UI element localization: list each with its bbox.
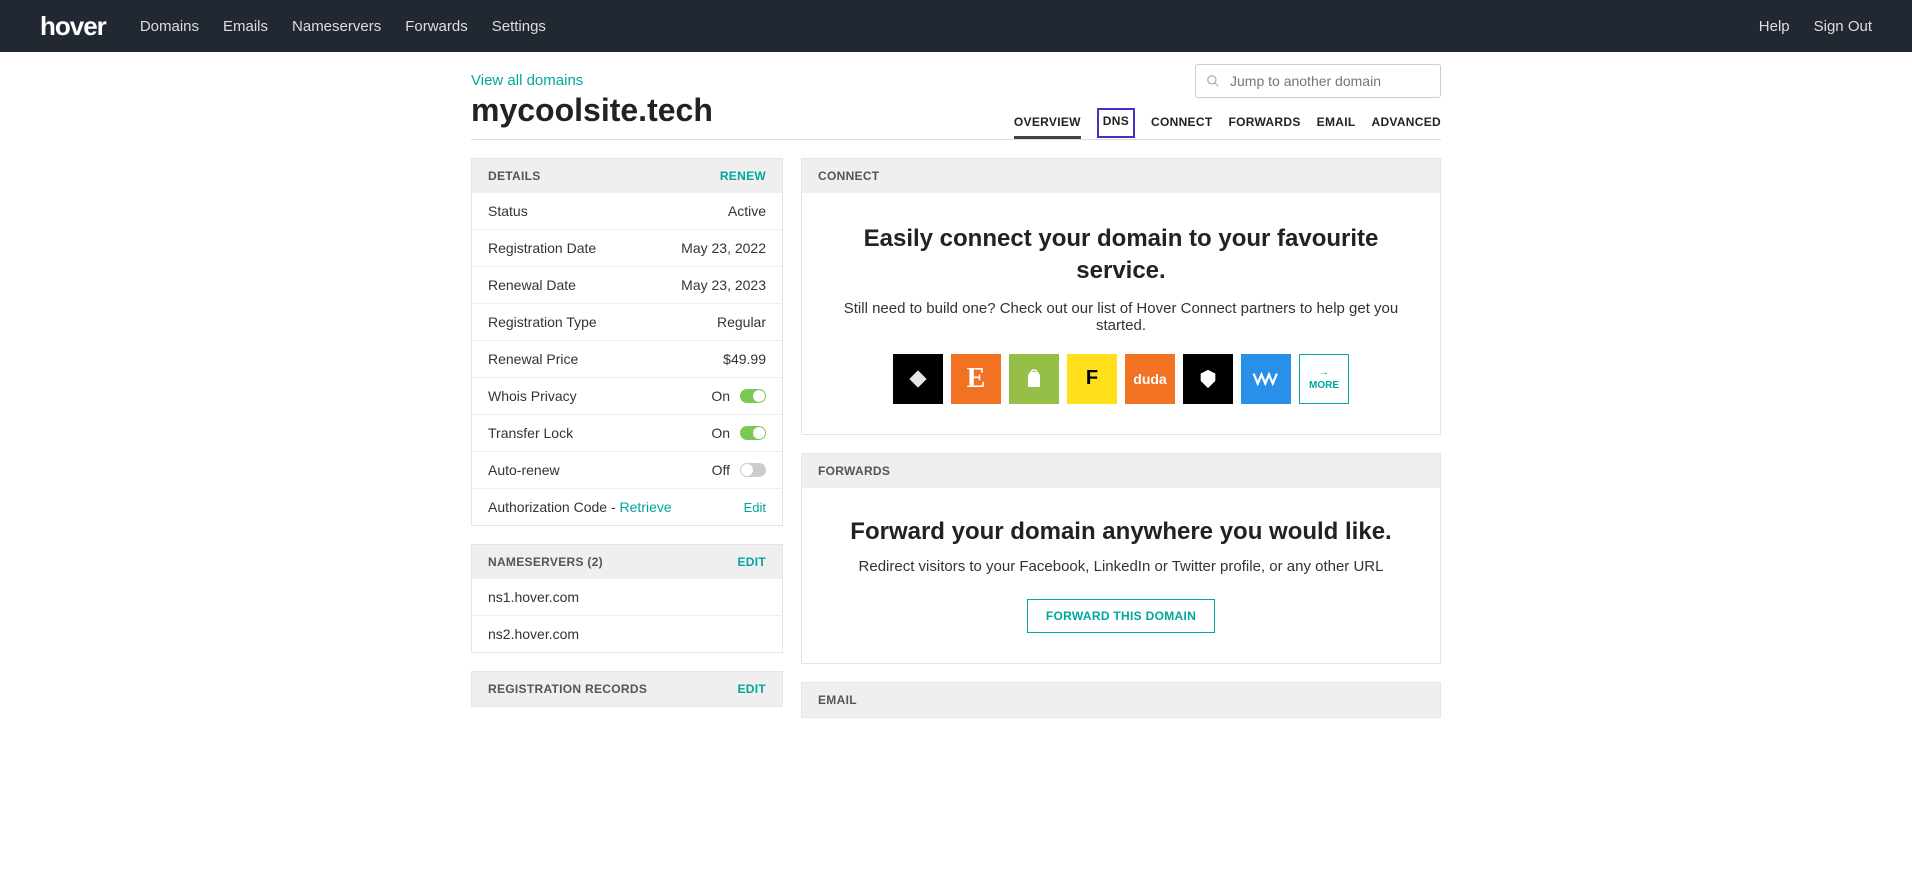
detail-whois-privacy: Whois Privacy On xyxy=(472,378,782,415)
nav-domains[interactable]: Domains xyxy=(140,18,199,35)
domain-tabs: OVERVIEW DNS CONNECT FORWARDS EMAIL ADVA… xyxy=(1014,108,1441,140)
tab-connect[interactable]: CONNECT xyxy=(1151,109,1212,139)
connect-panel: CONNECT Easily connect your domain to yo… xyxy=(801,158,1441,435)
label: Renewal Price xyxy=(488,351,578,367)
auth-edit-link[interactable]: Edit xyxy=(744,500,766,515)
connect-title: CONNECT xyxy=(818,169,879,183)
detail-registration-type: Registration Type Regular xyxy=(472,304,782,341)
squarespace-icon xyxy=(905,366,931,392)
search-icon xyxy=(1206,74,1220,88)
retrieve-link[interactable]: Retrieve xyxy=(620,499,672,515)
registration-records-title: REGISTRATION RECORDS xyxy=(488,682,647,696)
forwards-panel: FORWARDS Forward your domain anywhere yo… xyxy=(801,453,1441,664)
nav-help[interactable]: Help xyxy=(1759,18,1790,35)
details-title: DETAILS xyxy=(488,169,541,183)
service-more-button[interactable]: → MORE xyxy=(1299,354,1349,404)
service-duda[interactable]: duda xyxy=(1125,354,1175,404)
service-bigcartel[interactable] xyxy=(1183,354,1233,404)
label: Auto-renew xyxy=(488,462,560,478)
view-all-domains-link[interactable]: View all domains xyxy=(471,72,583,89)
details-panel: DETAILS RENEW Status Active Registration… xyxy=(471,158,783,526)
label: Transfer Lock xyxy=(488,425,573,441)
service-etsy[interactable]: E xyxy=(951,354,1001,404)
nameservers-title: NAMESERVERS (2) xyxy=(488,555,603,569)
forwards-subtext: Redirect visitors to your Facebook, Link… xyxy=(842,558,1400,575)
value: May 23, 2022 xyxy=(681,240,766,256)
service-row: E F duda → M xyxy=(842,354,1400,404)
connect-headline: Easily connect your domain to your favou… xyxy=(851,223,1391,288)
whois-privacy-toggle[interactable] xyxy=(740,389,766,403)
label: Whois Privacy xyxy=(488,388,577,404)
shopify-icon xyxy=(1022,367,1046,391)
tab-advanced[interactable]: ADVANCED xyxy=(1371,109,1441,139)
renew-button[interactable]: RENEW xyxy=(720,169,766,183)
registration-records-edit-button[interactable]: EDIT xyxy=(737,682,766,696)
arrow-right-icon: → xyxy=(1319,367,1329,378)
nav-signout[interactable]: Sign Out xyxy=(1814,18,1872,35)
nameservers-panel: NAMESERVERS (2) EDIT ns1.hover.com ns2.h… xyxy=(471,544,783,653)
detail-renewal-price: Renewal Price $49.99 xyxy=(472,341,782,378)
auto-renew-toggle[interactable] xyxy=(740,463,766,477)
registration-records-panel: REGISTRATION RECORDS EDIT xyxy=(471,671,783,707)
email-panel: EMAIL xyxy=(801,682,1441,718)
detail-auto-renew: Auto-renew Off xyxy=(472,452,782,489)
top-nav: hover Domains Emails Nameservers Forward… xyxy=(0,0,1912,52)
bigcartel-icon xyxy=(1197,368,1219,390)
domain-search-input[interactable] xyxy=(1230,73,1430,89)
detail-renewal-date: Renewal Date May 23, 2023 xyxy=(472,267,782,304)
toggle-state: On xyxy=(711,425,730,441)
detail-transfer-lock: Transfer Lock On xyxy=(472,415,782,452)
nav-nameservers[interactable]: Nameservers xyxy=(292,18,381,35)
forwards-title: FORWARDS xyxy=(818,464,890,478)
label: Status xyxy=(488,203,528,219)
email-title: EMAIL xyxy=(818,693,857,707)
forwards-headline: Forward your domain anywhere you would l… xyxy=(842,518,1400,546)
nameserver-item: ns2.hover.com xyxy=(472,616,782,652)
detail-auth-code: Authorization Code - Retrieve Edit xyxy=(472,489,782,525)
nameserver-item: ns1.hover.com xyxy=(472,579,782,616)
transfer-lock-toggle[interactable] xyxy=(740,426,766,440)
label: Registration Type xyxy=(488,314,597,330)
service-weebly[interactable] xyxy=(1241,354,1291,404)
service-squarespace[interactable] xyxy=(893,354,943,404)
value: Active xyxy=(728,203,766,219)
nav-settings[interactable]: Settings xyxy=(492,18,546,35)
label: Renewal Date xyxy=(488,277,576,293)
more-label: MORE xyxy=(1309,380,1339,391)
domain-search[interactable] xyxy=(1195,64,1441,98)
label: Registration Date xyxy=(488,240,596,256)
toggle-state: Off xyxy=(712,462,730,478)
service-shopify[interactable] xyxy=(1009,354,1059,404)
tab-email[interactable]: EMAIL xyxy=(1317,109,1356,139)
detail-status: Status Active xyxy=(472,193,782,230)
value: $49.99 xyxy=(723,351,766,367)
label: Authorization Code - xyxy=(488,499,620,515)
value: May 23, 2023 xyxy=(681,277,766,293)
tab-dns[interactable]: DNS xyxy=(1097,108,1135,138)
nav-forwards[interactable]: Forwards xyxy=(405,18,468,35)
tab-forwards[interactable]: FORWARDS xyxy=(1228,109,1300,139)
detail-registration-date: Registration Date May 23, 2022 xyxy=(472,230,782,267)
value: Regular xyxy=(717,314,766,330)
nav-emails[interactable]: Emails xyxy=(223,18,268,35)
toggle-state: On xyxy=(711,388,730,404)
nameservers-edit-button[interactable]: EDIT xyxy=(737,555,766,569)
logo[interactable]: hover xyxy=(40,11,106,42)
forward-domain-button[interactable]: FORWARD THIS DOMAIN xyxy=(1027,599,1215,633)
page-header: View all domains mycoolsite.tech OVERVIE… xyxy=(471,72,1441,140)
tab-overview[interactable]: OVERVIEW xyxy=(1014,109,1081,139)
domain-title: mycoolsite.tech xyxy=(471,92,713,129)
weebly-icon xyxy=(1251,364,1281,394)
connect-subtext: Still need to build one? Check out our l… xyxy=(842,300,1400,334)
service-flywheel[interactable]: F xyxy=(1067,354,1117,404)
